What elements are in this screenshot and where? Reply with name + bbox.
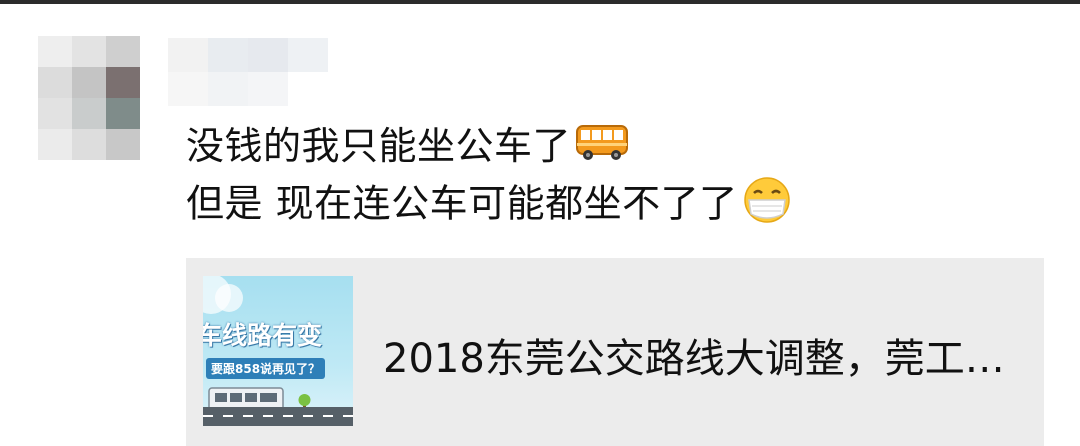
thumbnail-road	[203, 407, 353, 426]
post-text-line-2: 但是 现在连公车可能都坐不了了	[186, 176, 792, 236]
link-thumbnail: 车线路有变 要跟858说再见了？	[203, 276, 353, 426]
post-text-line-1-content: 没钱的我只能坐公车了	[186, 124, 572, 168]
username-blurred[interactable]	[168, 38, 348, 108]
post-text-line-2-content: 但是 现在连公车可能都坐不了了	[186, 181, 738, 226]
avatar[interactable]	[38, 36, 158, 160]
mask-face-icon	[742, 176, 792, 236]
thumbnail-subtitle: 要跟858说再见了？	[206, 358, 326, 379]
bus-icon	[575, 124, 629, 174]
shared-link-card[interactable]: 车线路有变 要跟858说再见了？ 2018东莞公交路线大调整，莞工…	[186, 258, 1044, 446]
post-text-line-1: 没钱的我只能坐公车了	[186, 121, 629, 174]
link-title[interactable]: 2018东莞公交路线大调整，莞工…	[383, 326, 1005, 384]
top-divider	[0, 0, 1080, 4]
thumbnail-headline: 车线路有变	[203, 321, 323, 350]
